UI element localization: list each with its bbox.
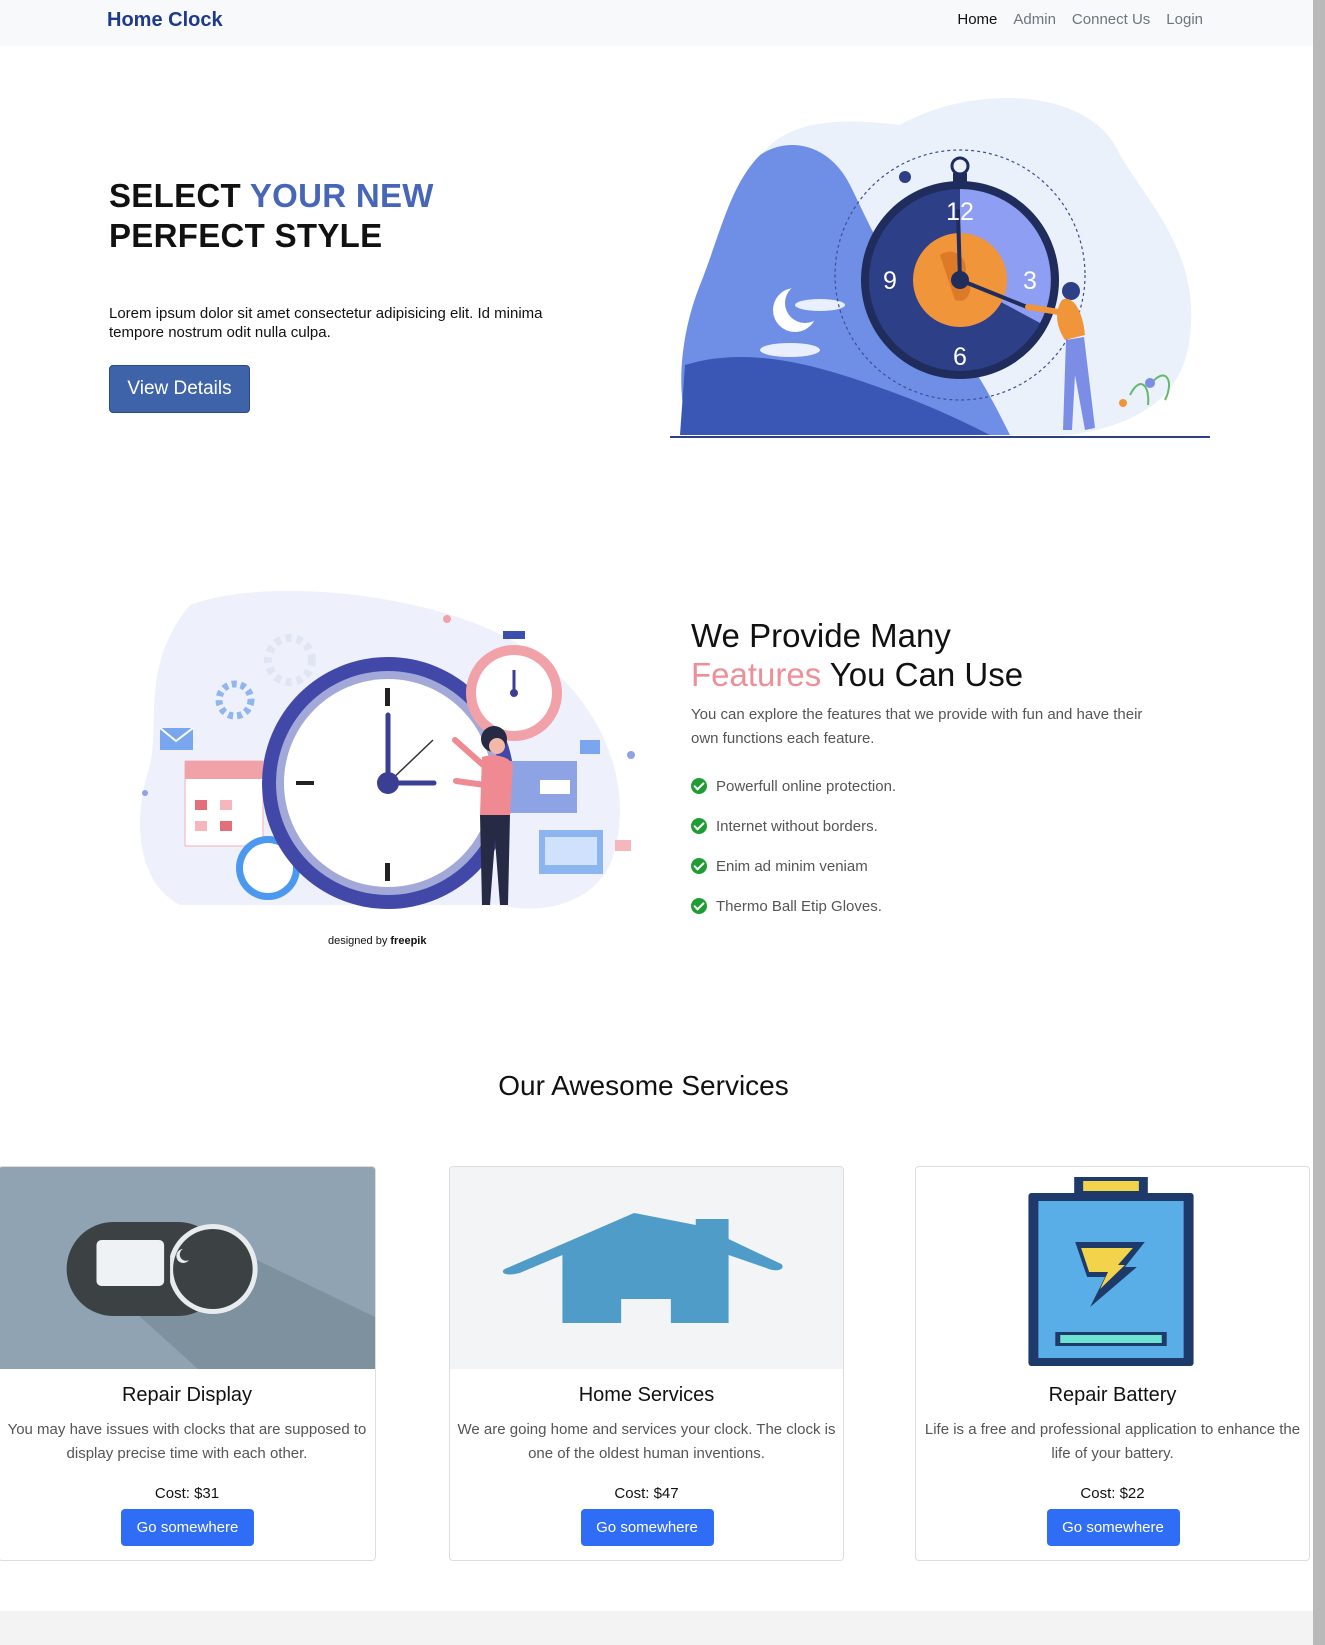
- display-icon: [0, 1167, 375, 1369]
- services-title: Our Awesome Services: [498, 1070, 789, 1101]
- check-circle-icon: [691, 858, 707, 874]
- hero-title-line2: PERFECT STYLE: [109, 217, 383, 254]
- freepik-credit: designed by freepik: [328, 935, 426, 947]
- features-title-rest: You Can Use: [821, 656, 1024, 693]
- service-card-text: Life is a free and professional applicat…: [924, 1421, 1301, 1462]
- footer: [0, 1611, 1313, 1645]
- brand-logo[interactable]: Home Clock: [107, 9, 223, 32]
- service-card-text: We are going home and services your cloc…: [457, 1421, 836, 1462]
- features-title-line1: We Provide Many: [691, 617, 951, 654]
- service-card-cost: Cost: $47: [614, 1485, 679, 1502]
- clock-number-6: 6: [953, 343, 967, 371]
- nav-link-login[interactable]: Login: [1166, 11, 1203, 28]
- check-circle-icon: [691, 818, 707, 834]
- feature-item-label: Powerfull online protection.: [716, 777, 897, 795]
- feature-item-label: Enim ad minim veniam: [716, 857, 868, 875]
- house-icon: [450, 1167, 843, 1369]
- feature-item: Internet without borders.: [691, 806, 896, 846]
- service-card-cost: Cost: $31: [154, 1485, 220, 1502]
- nav-link-connect-us[interactable]: Connect Us: [1072, 11, 1150, 28]
- service-card-repair-display: Repair Display You may have issues with …: [0, 1166, 376, 1561]
- go-somewhere-button[interactable]: Go somewhere: [121, 1509, 254, 1546]
- features-title-accent: Features: [691, 656, 822, 693]
- check-circle-icon: [691, 898, 707, 914]
- service-card-home-services: Home Services We are going home and serv…: [449, 1166, 844, 1561]
- battery-icon: [916, 1167, 1309, 1369]
- service-card-title: Home Services: [578, 1384, 715, 1406]
- features-title: We Provide Many Features You Can Use: [691, 616, 1023, 694]
- features-list: Powerfull online protection. Internet wi…: [691, 766, 896, 926]
- clock-number-12: 12: [946, 198, 974, 226]
- clock-number-3: 3: [1023, 267, 1037, 295]
- service-card-title: Repair Battery: [1048, 1384, 1177, 1406]
- feature-item: Powerfull online protection.: [691, 766, 896, 806]
- service-card-text: You may have issues with clocks that are…: [7, 1421, 367, 1462]
- nav-link-home[interactable]: Home: [957, 11, 997, 28]
- features-clock-illustration: [140, 590, 635, 909]
- clock-number-9: 9: [883, 267, 897, 295]
- credit-prefix: designed by: [328, 935, 391, 947]
- nav-links: Home Admin Connect Us Login: [957, 11, 1203, 28]
- go-somewhere-button[interactable]: Go somewhere: [580, 1509, 714, 1546]
- credit-brand: freepik: [390, 935, 427, 947]
- view-details-button[interactable]: View Details: [109, 365, 250, 413]
- page-scrollbar[interactable]: [1313, 0, 1325, 1645]
- service-card-cost: Cost: $22: [1080, 1485, 1145, 1502]
- check-circle-icon: [691, 778, 707, 794]
- service-card-title: Repair Display: [121, 1384, 253, 1406]
- feature-item-label: Thermo Ball Etip Gloves.: [716, 897, 882, 915]
- hero-title-accent: YOUR NEW: [249, 177, 434, 214]
- features-description: You can explore the features that we pro…: [691, 706, 1143, 747]
- hero-title-part1: SELECT: [109, 177, 250, 214]
- service-card-repair-battery: Repair Battery Life is a free and profes…: [915, 1166, 1310, 1561]
- hero-text: Lorem ipsum dolor sit amet consectetur a…: [109, 305, 543, 341]
- hero-title: SELECT YOUR NEW PERFECT STYLE: [109, 176, 434, 256]
- navbar: Home Clock Home Admin Connect Us Login: [0, 0, 1313, 46]
- feature-item: Thermo Ball Etip Gloves.: [691, 886, 896, 926]
- feature-item: Enim ad minim veniam: [691, 846, 896, 886]
- nav-link-admin[interactable]: Admin: [1013, 11, 1056, 28]
- feature-item-label: Internet without borders.: [716, 817, 878, 835]
- go-somewhere-button[interactable]: Go somewhere: [1046, 1509, 1180, 1546]
- hero-clock-illustration: 12 3 6 9: [670, 97, 1210, 438]
